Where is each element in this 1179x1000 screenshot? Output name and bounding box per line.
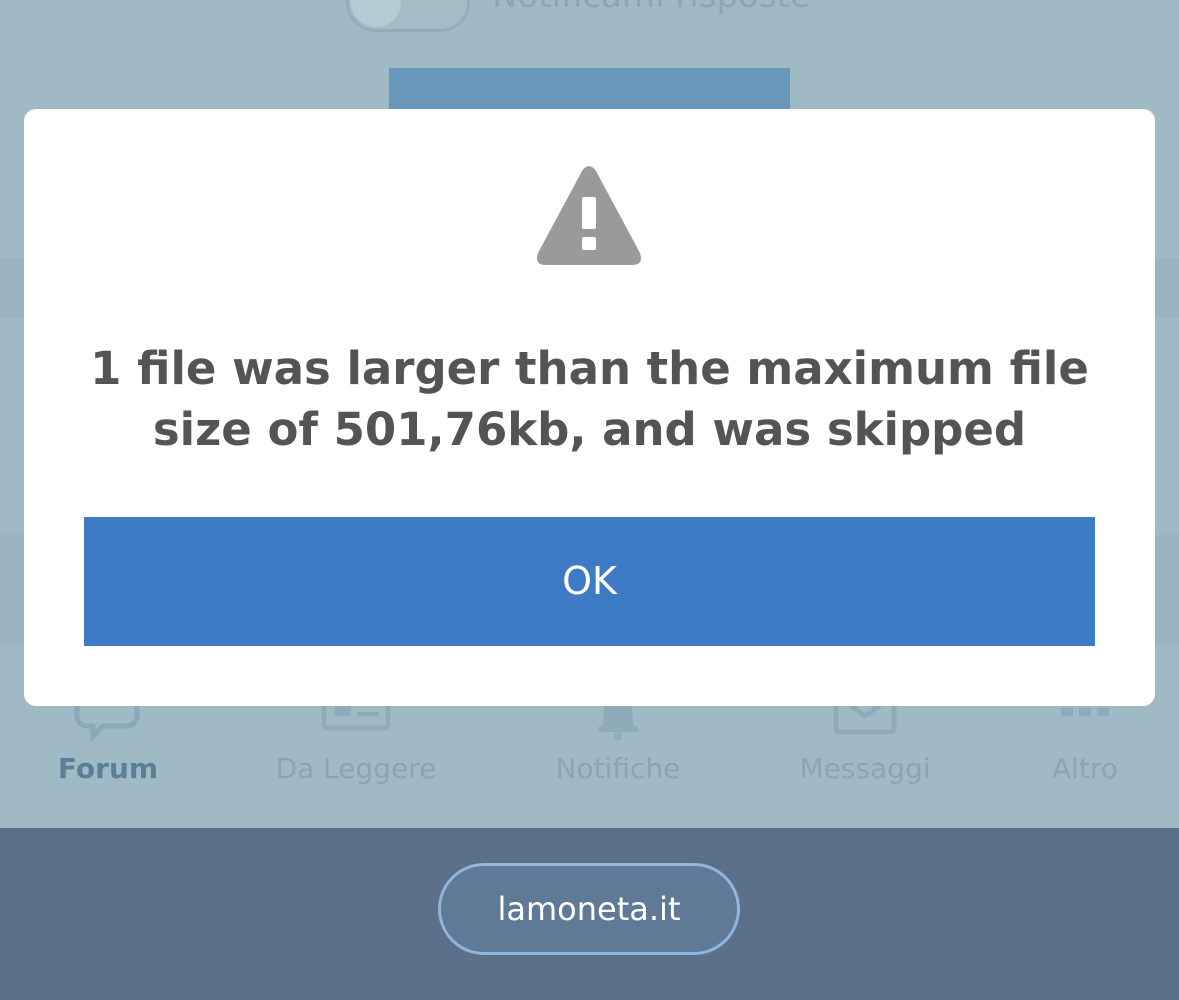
alert-message: 1 file was larger than the maximum file …	[90, 342, 1089, 456]
toggle-knob	[351, 0, 401, 27]
notify-replies-row: Notificami risposte	[0, 0, 1179, 50]
notify-replies-label: Notificami risposte	[492, 0, 811, 16]
notify-replies-toggle[interactable]	[346, 0, 470, 32]
tab-label: Da Leggere	[275, 752, 437, 785]
tab-label: Messaggi	[799, 752, 931, 785]
tab-label: Forum	[57, 752, 159, 785]
tab-label: Altro	[1052, 752, 1118, 785]
tab-bar: Forum Da Leggere Notifiche Messaggi Altr…	[0, 687, 1179, 797]
tab-label: Notifiche	[555, 752, 681, 785]
url-bar[interactable]: lamoneta.it	[438, 863, 740, 955]
browser-bottom-bar: lamoneta.it	[0, 828, 1179, 1000]
ok-button[interactable]: OK	[84, 517, 1095, 646]
warning-icon	[534, 165, 644, 268]
